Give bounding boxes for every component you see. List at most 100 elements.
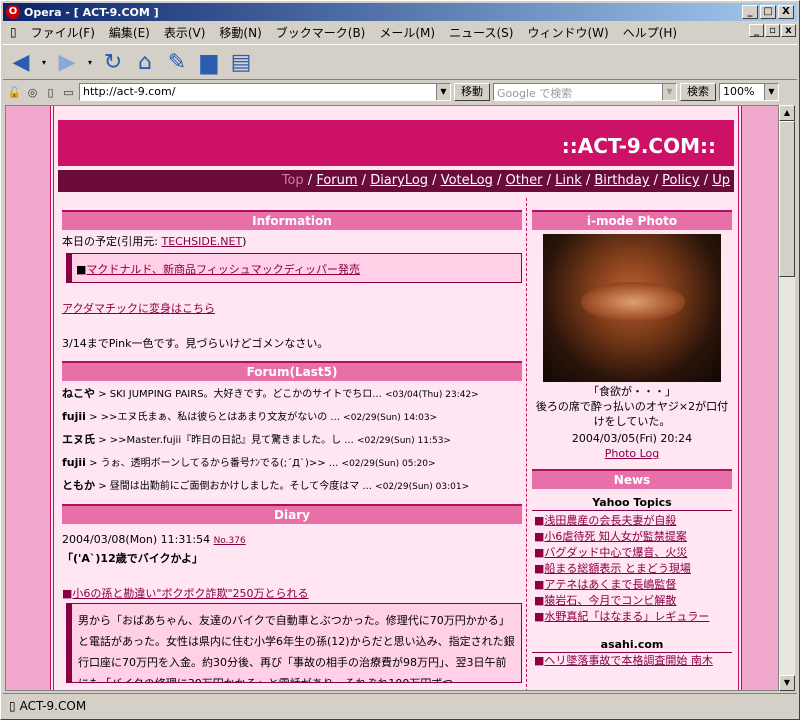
page-icon: ▯ xyxy=(10,25,17,39)
nav-up[interactable]: Up xyxy=(712,173,730,188)
forum-row[interactable]: ともか > 昼間は出勤前にご面倒おかけしました。そして今度はマ ... <02/… xyxy=(62,475,522,498)
menu-window[interactable]: ウィンドウ(W) xyxy=(520,24,615,41)
forum-row[interactable]: fujii > うぉ、透明ボーンしてるから番号ﾅﾝでる(;´Д`)>> ... … xyxy=(62,452,522,475)
search-button[interactable]: 検索 xyxy=(680,83,716,101)
opera-window: O Opera - [ ACT-9.COM ] _ □ X ▯ ファイル(F) … xyxy=(0,0,800,720)
nav-diarylog[interactable]: DiaryLog xyxy=(370,173,428,188)
zoom-value: 100% xyxy=(723,85,755,98)
forward-icon[interactable]: ▶ xyxy=(53,48,81,76)
minimize-button[interactable]: _ xyxy=(742,5,758,19)
vertical-scrollbar[interactable]: ▲ ▼ xyxy=(779,105,795,691)
nav-link[interactable]: Link xyxy=(555,173,582,188)
menu-help[interactable]: ヘルプ(H) xyxy=(616,24,684,41)
diary-number-link[interactable]: No.376 xyxy=(214,536,246,546)
forum-row[interactable]: ねこや > SKI JUMPING PAIRS。大好きです。どこかのサイトでちロ… xyxy=(62,383,522,406)
pink-notice: 3/14までPink一色です。見づらいけどゴメンなさい。 xyxy=(62,337,329,350)
status-text: ACT-9.COM xyxy=(19,698,87,713)
mdi-restore-button[interactable]: ▫ xyxy=(765,24,780,37)
menu-view[interactable]: 表示(V) xyxy=(157,24,213,41)
zoom-select[interactable]: 100% ▼ xyxy=(719,83,779,101)
menu-mail[interactable]: メール(M) xyxy=(372,24,442,41)
menu-bookmarks[interactable]: ブックマーク(B) xyxy=(269,24,373,41)
nav-forum[interactable]: Forum xyxy=(316,173,357,188)
window-title: Opera - [ ACT-9.COM ] xyxy=(24,5,159,19)
asahi-label: asahi.com xyxy=(532,637,732,653)
search-dropdown-icon[interactable]: ▼ xyxy=(662,84,676,100)
nav-votelog[interactable]: VoteLog xyxy=(441,173,493,188)
copy-icon[interactable]: ▭ xyxy=(61,85,76,100)
akudamatic-link[interactable]: アクダマチックに変身はこちら xyxy=(62,302,215,315)
mcdonalds-link[interactable]: マクドナルド、新商品フィッシュマックディッパー発売 xyxy=(86,263,360,276)
diary-news-link[interactable]: 小6の孫と勘違い"ボクボク詐欺"250万とられる xyxy=(72,587,308,600)
scroll-down-icon[interactable]: ▼ xyxy=(779,675,795,691)
schedule-line: 本日の予定(引用元: TECHSIDE.NET) xyxy=(62,235,247,248)
photo-date: 2004/03/05(Fri) 20:24 xyxy=(571,432,693,445)
nav-policy[interactable]: Policy xyxy=(662,173,699,188)
search-placeholder: Google で検索 xyxy=(497,87,573,100)
new-page-icon[interactable]: ▤ xyxy=(227,48,255,76)
diary-meta: 2004/03/08(Mon) 11:31:54 No.376 xyxy=(62,533,246,546)
akuda-line: アクダマチックに変身はこちら xyxy=(62,301,522,316)
url-input[interactable]: http://act-9.com/ ▼ xyxy=(79,83,451,101)
photo-log-line: Photo Log xyxy=(532,446,732,461)
photo-caption2: 後ろの席で酔っ払いのオヤジ×2が口付けをしていた。 xyxy=(535,400,729,428)
menu-news[interactable]: ニュース(S) xyxy=(442,24,520,41)
site-nav: Top / Forum / DiaryLog / VoteLog / Other… xyxy=(58,170,734,192)
site-title: ::ACT-9.COM:: xyxy=(561,134,716,158)
diary-heading: Diary xyxy=(62,504,522,524)
site-page: ::ACT-9.COM:: Top / Forum / DiaryLog / V… xyxy=(50,106,742,690)
zoom-dropdown-icon[interactable]: ▼ xyxy=(764,84,778,100)
imode-photo[interactable] xyxy=(543,234,721,382)
diary-link-line: ■小6の孫と勘違い"ボクボク詐欺"250万とられる xyxy=(62,587,309,600)
status-bar: ▯ ACT-9.COM xyxy=(3,693,797,717)
photo-log-link[interactable]: Photo Log xyxy=(605,447,660,460)
nav-birthday[interactable]: Birthday xyxy=(594,173,649,188)
document-icon[interactable]: ▯ xyxy=(43,85,58,100)
menu-navigate[interactable]: 移動(N) xyxy=(212,24,268,41)
forum-row[interactable]: エヌ氏 > >>Master.fujii『昨日の日記』見て驚きました。し ...… xyxy=(62,429,522,452)
news-item[interactable]: ■ヘリ墜落事故で本格調査開始 南木 xyxy=(532,653,732,669)
diary-quote: 男から「おばあちゃん、友達のバイクで自動車とぶつかった。修理代に70万円かかる」… xyxy=(66,603,522,683)
back-dropdown-icon[interactable]: ▾ xyxy=(39,48,49,76)
yahoo-topics-label: Yahoo Topics xyxy=(532,495,732,511)
mdi-close-button[interactable]: x xyxy=(781,24,796,37)
forward-dropdown-icon[interactable]: ▾ xyxy=(85,48,95,76)
search-input[interactable]: Google で検索 ▼ xyxy=(493,83,677,101)
scroll-thumb[interactable] xyxy=(779,121,795,277)
mdi-minimize-button[interactable]: _ xyxy=(749,24,764,37)
forum-heading: Forum(Last5) xyxy=(62,361,522,381)
forum-row[interactable]: fujii > >>エヌ氏まぁ、私は彼らとはあまり文友がないの ... <02/… xyxy=(62,406,522,429)
url-dropdown-icon[interactable]: ▼ xyxy=(436,84,450,100)
news-item[interactable]: ■アテネはあくまで長嶋監督 xyxy=(532,577,732,593)
techside-link[interactable]: TECHSIDE.NET xyxy=(162,235,243,248)
close-button[interactable]: X xyxy=(778,5,794,19)
nav-toolbar: ◀ ▾ ▶ ▾ ↻ ⌂ ✎ ▆ ▤ xyxy=(3,44,797,80)
hotlist-icon[interactable]: ✎ xyxy=(163,48,191,76)
main-column: Information 本日の予定(引用元: TECHSIDE.NET) ■マク… xyxy=(62,210,522,683)
menu-file[interactable]: ファイル(F) xyxy=(24,24,102,41)
yahoo-topics-list: ■浅田農産の会長夫妻が自殺 ■小6虐待死 知人女が監禁提案 ■バグダッド中心で爆… xyxy=(532,513,732,625)
imode-heading: i-mode Photo xyxy=(532,210,732,230)
news-item[interactable]: ■バグダッド中心で爆音、火災 xyxy=(532,545,732,561)
opera-logo-icon: O xyxy=(6,5,20,19)
back-icon[interactable]: ◀ xyxy=(7,48,35,76)
news-item[interactable]: ■浅田農産の会長夫妻が自殺 xyxy=(532,513,732,529)
news-item[interactable]: ■小6虐待死 知人女が監禁提案 xyxy=(532,529,732,545)
security-icon[interactable]: 🔓 xyxy=(7,85,22,100)
diary-title: 「('A`)12歳でバイクかよ」 xyxy=(62,552,203,565)
nav-other[interactable]: Other xyxy=(506,173,543,188)
news-item[interactable]: ■水野真紀「はなまる」レギュラー xyxy=(532,609,732,625)
print-icon[interactable]: ▆ xyxy=(195,48,223,76)
information-heading: Information xyxy=(62,210,522,230)
news-item[interactable]: ■猿岩石、今月でコンビ解散 xyxy=(532,593,732,609)
address-bar: 🔓 ◎ ▯ ▭ http://act-9.com/ ▼ 移動 Google で検… xyxy=(3,81,797,103)
menu-edit[interactable]: 編集(E) xyxy=(102,24,157,41)
maximize-button[interactable]: □ xyxy=(760,5,776,19)
scroll-up-icon[interactable]: ▲ xyxy=(779,105,795,121)
cookie-icon[interactable]: ◎ xyxy=(25,85,40,100)
news-item[interactable]: ■船まる総額表示 とまどう現場 xyxy=(532,561,732,577)
reload-icon[interactable]: ↻ xyxy=(99,48,127,76)
go-button[interactable]: 移動 xyxy=(454,83,490,101)
home-icon[interactable]: ⌂ xyxy=(131,48,159,76)
forum-list: ねこや > SKI JUMPING PAIRS。大好きです。どこかのサイトでちロ… xyxy=(62,383,522,498)
